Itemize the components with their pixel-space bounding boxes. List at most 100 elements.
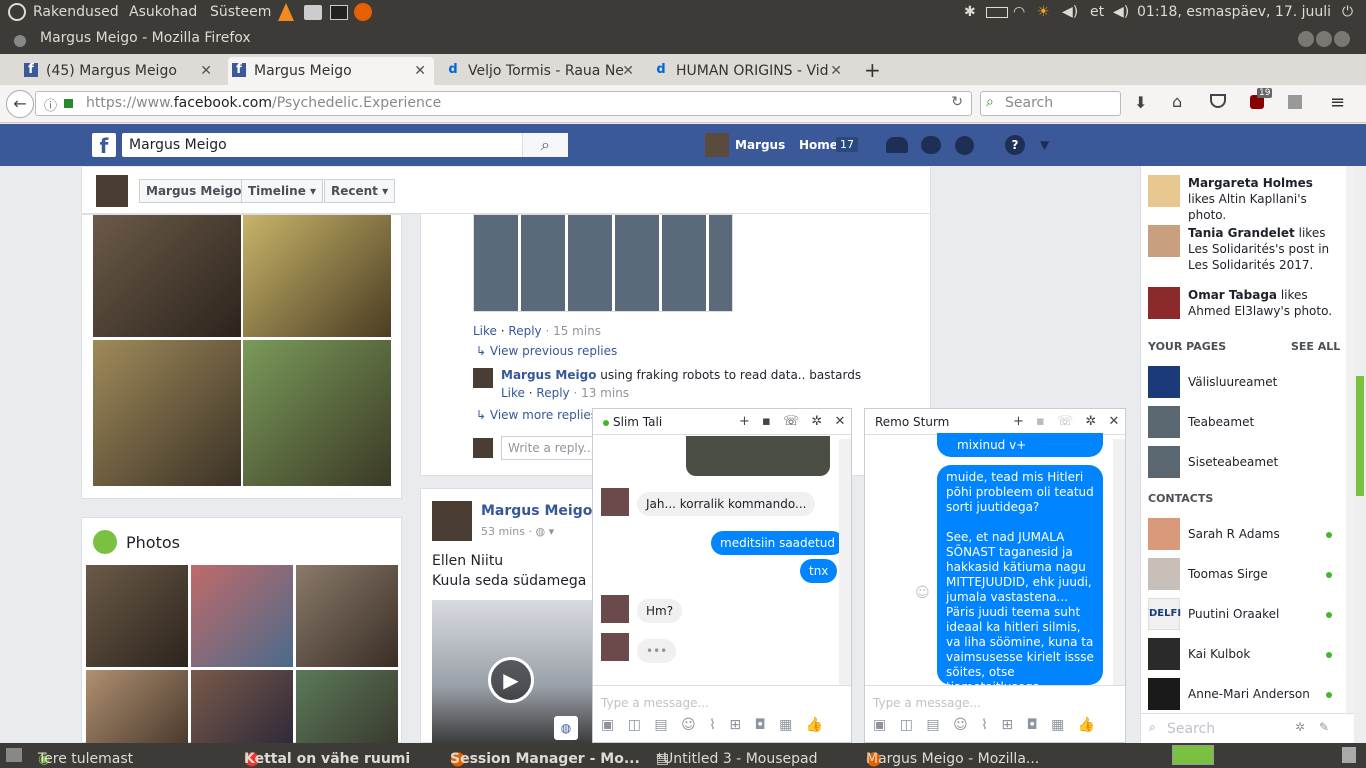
contact-item[interactable]: Toomas Sirge bbox=[1188, 567, 1268, 581]
photo-thumbnail[interactable] bbox=[296, 565, 398, 667]
url-bar[interactable]: ⓘ https://www.facebook.com/Psychedelic.E… bbox=[35, 91, 972, 116]
screenshot-icon[interactable] bbox=[304, 5, 322, 20]
reply-link[interactable]: Reply bbox=[508, 324, 541, 338]
game-icon[interactable]: ⊞ bbox=[1001, 717, 1013, 733]
image-icon[interactable]: ▣ bbox=[873, 717, 886, 733]
ticker-item[interactable]: Tania Grandelet likes Les Solidarités's … bbox=[1188, 225, 1338, 273]
close-tab-icon[interactable]: ✕ bbox=[200, 63, 212, 79]
power-icon[interactable]: ⏻ bbox=[1342, 4, 1353, 20]
sticker-icon[interactable]: ◫ bbox=[628, 717, 641, 733]
extension-icon[interactable] bbox=[1288, 95, 1302, 109]
contact-item[interactable]: Kai Kulbok bbox=[1188, 647, 1250, 661]
photo-thumbnail[interactable] bbox=[296, 670, 398, 744]
show-desktop-icon[interactable] bbox=[6, 748, 22, 762]
video-call-icon[interactable]: ▪ bbox=[1036, 414, 1045, 429]
view-more-replies-link[interactable]: ↳ View more replies bbox=[476, 408, 597, 422]
message-input[interactable]: Type a message... bbox=[593, 685, 851, 715]
game-icon[interactable]: ⊞ bbox=[729, 717, 741, 733]
window-menu-icon[interactable] bbox=[14, 35, 26, 47]
view-previous-replies-link[interactable]: ↳ View previous replies bbox=[476, 344, 617, 358]
close-tab-icon[interactable]: ✕ bbox=[414, 63, 426, 79]
bluetooth-icon[interactable]: ✱ bbox=[964, 4, 976, 20]
add-icon[interactable]: + bbox=[739, 414, 750, 429]
calendar-icon[interactable]: ▦ bbox=[779, 717, 792, 733]
tab-3[interactable]: d Veljo Tormis - Raua Ne ✕ bbox=[442, 57, 642, 85]
reply-avatar[interactable] bbox=[473, 368, 493, 388]
page-avatar[interactable] bbox=[1148, 406, 1180, 438]
contact-item[interactable]: Sarah R Adams bbox=[1188, 527, 1280, 541]
facebook-search-input[interactable]: Margus Meigo ⌕ bbox=[122, 133, 568, 157]
new-message-icon[interactable]: ✎ bbox=[1319, 720, 1329, 734]
tab-1[interactable]: f (45) Margus Meigo ✕ bbox=[20, 57, 220, 85]
friend-requests-icon[interactable] bbox=[886, 137, 908, 153]
browser-search-input[interactable]: ⌕ Search bbox=[980, 91, 1121, 116]
page-scrollbar-thumb[interactable] bbox=[1356, 376, 1364, 496]
video-thumbnail[interactable]: ▶ ◍ bbox=[432, 600, 603, 744]
calendar-icon[interactable]: ▦ bbox=[1051, 717, 1064, 733]
post-time[interactable]: 53 mins · ◍ ▾ bbox=[481, 525, 554, 538]
close-tab-icon[interactable]: ✕ bbox=[622, 63, 634, 79]
keyboard-layout[interactable]: et bbox=[1090, 4, 1104, 20]
minimize-button[interactable] bbox=[1298, 31, 1314, 47]
featured-photo[interactable] bbox=[243, 215, 391, 337]
chat-contact-name[interactable]: Remo Sturm bbox=[875, 415, 949, 429]
reload-icon[interactable]: ↻ bbox=[951, 94, 963, 110]
camera-icon[interactable]: ◘ bbox=[755, 717, 766, 733]
close-tab-icon[interactable]: ✕ bbox=[830, 63, 842, 79]
clock[interactable]: 01:18, esmaspäev, 17. juuli bbox=[1137, 4, 1331, 20]
close-button[interactable] bbox=[1334, 31, 1350, 47]
post-author-link[interactable]: Margus Meigo bbox=[481, 503, 592, 519]
gif-icon[interactable]: ▤ bbox=[654, 717, 667, 733]
account-menu-icon[interactable]: ▼ bbox=[1040, 138, 1049, 152]
photo-thumbnail[interactable] bbox=[191, 565, 293, 667]
menu-applications[interactable]: Rakendused bbox=[33, 4, 119, 20]
close-chat-icon[interactable]: ✕ bbox=[1108, 414, 1119, 429]
attach-icon[interactable]: ⌇ bbox=[981, 717, 988, 733]
messenger-icon[interactable] bbox=[921, 136, 941, 154]
vlc-icon[interactable] bbox=[278, 3, 294, 21]
attach-icon[interactable]: ⌇ bbox=[709, 717, 716, 733]
globe-icon[interactable]: ◍ bbox=[554, 716, 578, 740]
shared-image[interactable] bbox=[686, 436, 830, 476]
contact-avatar[interactable] bbox=[1148, 678, 1180, 710]
terminal-icon[interactable] bbox=[330, 5, 348, 20]
contact-avatar[interactable]: DELFI bbox=[1148, 598, 1181, 630]
reply-author-link[interactable]: Margus Meigo bbox=[501, 368, 596, 382]
image-icon[interactable]: ▣ bbox=[601, 717, 614, 733]
post-author-avatar[interactable] bbox=[432, 501, 472, 541]
trash-icon[interactable] bbox=[1342, 747, 1356, 763]
menu-system[interactable]: Süsteem bbox=[210, 4, 271, 20]
message-input[interactable]: Type a message... bbox=[865, 685, 1125, 715]
page-item[interactable]: Siseteabeamet bbox=[1188, 455, 1278, 469]
ticker-avatar[interactable] bbox=[1148, 225, 1180, 257]
workspace-switcher[interactable] bbox=[1172, 745, 1214, 765]
pocket-icon[interactable] bbox=[1210, 94, 1226, 108]
settings-icon[interactable]: ✲ bbox=[1295, 720, 1305, 734]
ubuntu-logo-icon[interactable] bbox=[8, 3, 26, 21]
settings-icon[interactable]: ✲ bbox=[811, 414, 822, 429]
see-all-link[interactable]: SEE ALL bbox=[1291, 340, 1340, 353]
like-thumb-icon[interactable]: 👍 bbox=[806, 717, 823, 733]
photo-thumbnail[interactable] bbox=[191, 670, 293, 744]
weather-sun-icon[interactable]: ☀ bbox=[1037, 4, 1050, 20]
emoji-icon[interactable]: ☺ bbox=[681, 717, 696, 733]
contact-item[interactable]: Puutini Oraakel bbox=[1188, 607, 1279, 621]
page-avatar[interactable] bbox=[1148, 446, 1180, 478]
info-icon[interactable]: ⓘ bbox=[44, 95, 57, 114]
ticker-item[interactable]: Margareta Holmes likes Altin Kapllani's … bbox=[1188, 175, 1338, 223]
firefox-launcher-icon[interactable] bbox=[354, 3, 372, 21]
ticker-item[interactable]: Omar Tabaga likes Ahmed El3lawy's photo. bbox=[1188, 287, 1338, 319]
like-link[interactable]: Like bbox=[473, 324, 497, 338]
contact-avatar[interactable] bbox=[1148, 518, 1180, 550]
hamburger-menu-icon[interactable]: ≡ bbox=[1330, 92, 1345, 113]
phone-icon[interactable]: ☏ bbox=[1057, 414, 1073, 429]
chat-contact-name[interactable]: Slim Tali bbox=[613, 415, 662, 429]
emoji-react-icon[interactable]: ☺ bbox=[915, 585, 930, 601]
gif-icon[interactable]: ▤ bbox=[926, 717, 939, 733]
search-button[interactable]: ⌕ bbox=[522, 133, 568, 157]
notifications-globe-icon[interactable] bbox=[955, 136, 974, 155]
home-link[interactable]: Home bbox=[799, 138, 838, 152]
chat-header[interactable]: Slim Tali + ▪ ☏ ✲ ✕ bbox=[593, 409, 851, 435]
photo-thumbnail[interactable] bbox=[86, 565, 188, 667]
sidebar-search-bar[interactable]: ⌕ Search ✲ ✎ bbox=[1141, 713, 1354, 743]
